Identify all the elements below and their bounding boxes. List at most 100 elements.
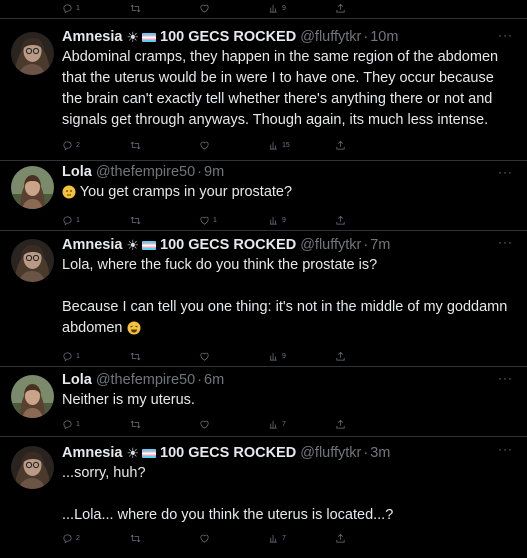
thinking-emoji	[62, 185, 76, 206]
tweet[interactable]: ··· Amnesia ☀ 100 GECS ROCKED @fluffytkr ·…	[0, 436, 527, 558]
previous-tweet-actions: 1 9	[62, 0, 355, 16]
views-icon	[268, 215, 279, 226]
thread-feed: 1 9 ··· Amnesia ☀ 100 GECS ROCKED @fluffyt…	[0, 0, 527, 557]
tweet-actions: 1 9	[62, 348, 515, 364]
like-icon	[199, 351, 210, 362]
reply-count: 1	[76, 4, 80, 12]
avatar[interactable]	[11, 239, 54, 282]
reply-button[interactable]: 1	[62, 3, 130, 14]
trans-flag-emoji	[142, 32, 157, 42]
reply-button[interactable]: 1	[62, 419, 130, 430]
like-icon	[199, 533, 210, 544]
views-button[interactable]: 9	[268, 215, 335, 226]
avatar[interactable]	[11, 375, 54, 418]
sun-emoji: ☀	[126, 444, 140, 461]
retweet-button[interactable]	[130, 3, 199, 14]
reply-button[interactable]: 1	[62, 351, 130, 362]
reply-button[interactable]: 2	[62, 533, 130, 544]
laughing-emoji	[127, 321, 141, 342]
handle[interactable]: @thefempire50	[96, 372, 195, 388]
like-button[interactable]	[199, 419, 268, 430]
timestamp[interactable]: 6m	[204, 372, 224, 388]
like-button[interactable]	[199, 351, 268, 362]
views-icon	[268, 351, 279, 362]
views-count: 9	[282, 4, 286, 12]
like-icon	[199, 419, 210, 430]
retweet-button[interactable]	[130, 140, 199, 151]
trans-flag-emoji	[142, 448, 157, 458]
avatar[interactable]	[11, 446, 54, 489]
reply-icon	[62, 140, 73, 151]
share-button[interactable]	[335, 533, 355, 544]
share-icon	[335, 3, 346, 14]
reply-icon	[62, 351, 73, 362]
share-button[interactable]	[335, 140, 355, 151]
handle[interactable]: @fluffytkr	[300, 445, 361, 461]
views-button[interactable]: 9	[268, 3, 335, 14]
retweet-button[interactable]	[130, 351, 199, 362]
tweet[interactable]: ··· Amnesia ☀ 100 GECS ROCKED @fluffytkr ·…	[0, 230, 527, 367]
display-name[interactable]: Amnesia ☀ 100 GECS ROCKED	[62, 29, 296, 46]
share-button[interactable]	[335, 351, 355, 362]
display-name[interactable]: Lola	[62, 372, 92, 388]
retweet-icon	[130, 351, 141, 362]
tweet[interactable]: ··· Lola @thefempire50 · 9m You get cram…	[0, 160, 527, 231]
display-name[interactable]: Amnesia ☀ 100 GECS ROCKED	[62, 445, 296, 462]
display-name[interactable]: Lola	[62, 164, 92, 180]
reply-button[interactable]: 2	[62, 140, 130, 151]
retweet-icon	[130, 215, 141, 226]
timestamp[interactable]: 3m	[370, 445, 390, 461]
like-icon	[199, 3, 210, 14]
timestamp[interactable]: 7m	[370, 237, 390, 253]
display-name[interactable]: Amnesia ☀ 100 GECS ROCKED	[62, 237, 296, 254]
share-button[interactable]	[335, 419, 355, 430]
views-icon	[268, 140, 279, 151]
tweet[interactable]: ··· Lola @thefempire50 · 6m Neither is m…	[0, 366, 527, 437]
share-button[interactable]	[335, 3, 355, 14]
views-button[interactable]: 7	[268, 419, 335, 430]
retweet-button[interactable]	[130, 419, 199, 430]
sun-emoji: ☀	[126, 28, 140, 45]
retweet-icon	[130, 3, 141, 14]
reply-icon	[62, 533, 73, 544]
trans-flag-emoji	[142, 240, 157, 250]
tweet-text: You get cramps in your prostate?	[62, 182, 515, 206]
views-button[interactable]: 15	[268, 140, 335, 151]
retweet-button[interactable]	[130, 215, 199, 226]
timestamp[interactable]: 9m	[204, 164, 224, 180]
share-button[interactable]	[335, 215, 355, 226]
like-icon	[199, 140, 210, 151]
reply-button[interactable]: 1	[62, 215, 130, 226]
retweet-button[interactable]	[130, 533, 199, 544]
share-icon	[335, 419, 346, 430]
retweet-icon	[130, 140, 141, 151]
handle[interactable]: @fluffytkr	[300, 29, 361, 45]
retweet-icon	[130, 533, 141, 544]
share-icon	[335, 351, 346, 362]
tweet-text: ...sorry, huh? ...Lola... where do you t…	[62, 465, 394, 523]
avatar[interactable]	[11, 32, 54, 75]
reply-icon	[62, 215, 73, 226]
handle[interactable]: @thefempire50	[96, 164, 195, 180]
like-icon	[199, 215, 210, 226]
tweet[interactable]: ··· Amnesia ☀ 100 GECS ROCKED @fluffytkr ·…	[0, 18, 527, 161]
like-button[interactable]: 1	[199, 215, 268, 226]
like-button[interactable]	[199, 533, 268, 544]
like-button[interactable]	[199, 140, 268, 151]
sun-emoji: ☀	[126, 236, 140, 253]
handle[interactable]: @fluffytkr	[300, 237, 361, 253]
views-button[interactable]: 7	[268, 533, 335, 544]
avatar[interactable]	[11, 166, 54, 209]
views-button[interactable]: 9	[268, 351, 335, 362]
share-icon	[335, 533, 346, 544]
tweet-actions: 1 7	[62, 416, 515, 432]
like-button[interactable]	[199, 3, 268, 14]
retweet-icon	[130, 419, 141, 430]
views-icon	[268, 419, 279, 430]
tweet-actions: 1 1 9	[62, 212, 515, 228]
timestamp[interactable]: 10m	[370, 29, 398, 45]
share-icon	[335, 215, 346, 226]
reply-icon	[62, 3, 73, 14]
tweet-actions: 2 15	[62, 137, 515, 153]
tweet-text: Abdominal cramps, they happen in the sam…	[62, 49, 499, 128]
